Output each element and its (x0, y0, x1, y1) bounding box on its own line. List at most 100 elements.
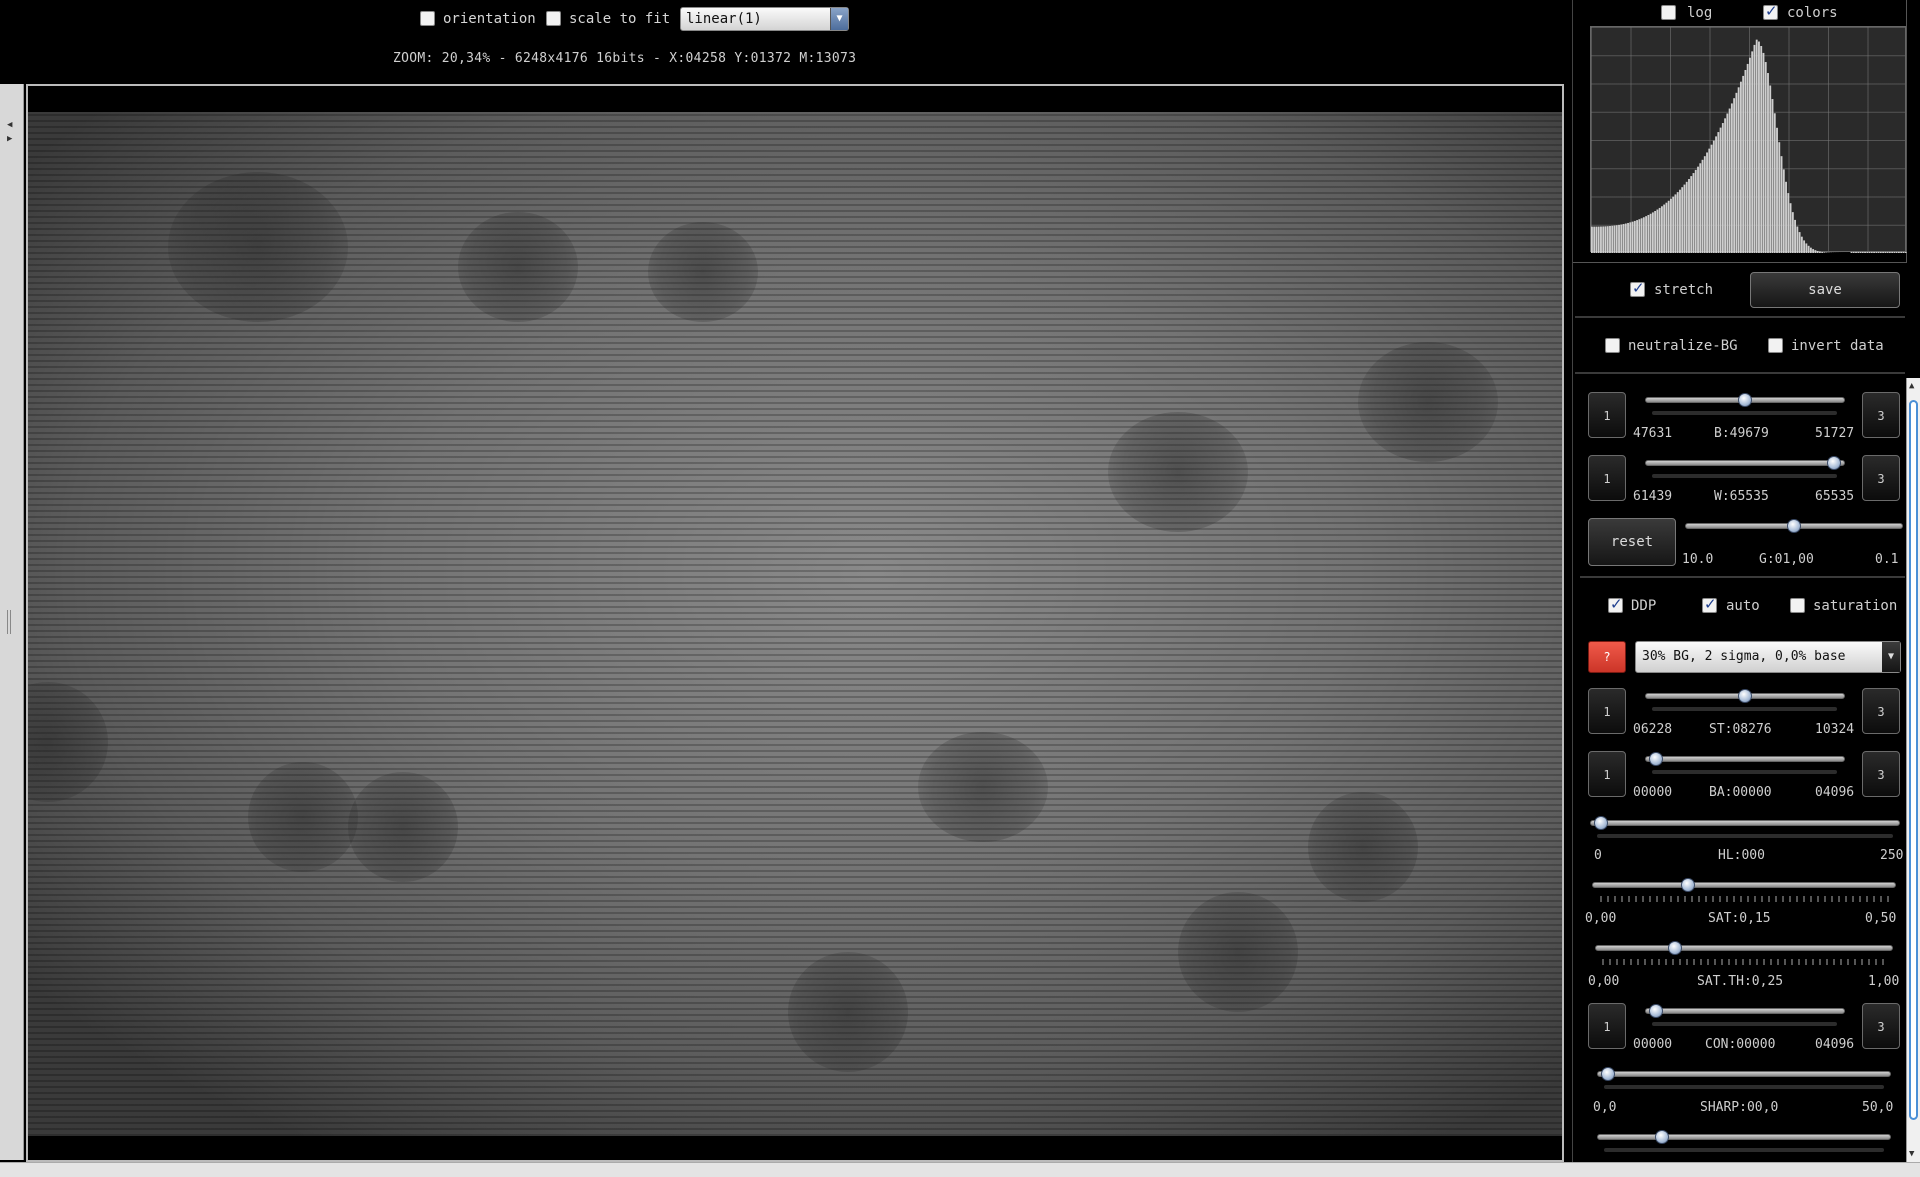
hl-slider-knob[interactable] (1594, 816, 1608, 830)
ddp-checkbox[interactable] (1608, 595, 1623, 613)
ba-max: 04096 (1815, 785, 1855, 800)
ba-slider-knob[interactable] (1649, 752, 1663, 766)
zoom-status: ZOOM: 20,34% - 6248x4176 16bits - X:0425… (393, 51, 857, 66)
gamma-slider-knob[interactable] (1787, 519, 1801, 533)
histogram-bar (1816, 250, 1819, 253)
dust-spot (788, 952, 908, 1072)
histogram-bar (1593, 226, 1596, 253)
sat-th-slider-ticks (1602, 959, 1886, 965)
astro-image[interactable] (28, 112, 1562, 1136)
histogram-bar (1710, 144, 1713, 253)
sat-th-slider-track[interactable] (1595, 945, 1893, 951)
histogram-bar (1746, 63, 1749, 253)
scroll-thumb[interactable] (1909, 400, 1918, 1120)
sat-th-value: SAT.TH:0,25 (1697, 974, 1784, 989)
invert-data-checkbox[interactable] (1768, 338, 1783, 353)
histogram-bar (1891, 251, 1894, 253)
colors-checkbox[interactable] (1763, 2, 1778, 20)
white-slider-track[interactable] (1645, 460, 1845, 466)
stretch-mode-select[interactable]: linear(1) ▼ (680, 7, 849, 31)
black-step-up-button[interactable]: 3 (1862, 392, 1900, 438)
black-slider-subtrack (1652, 411, 1837, 415)
stretch-label: stretch (1654, 282, 1714, 298)
ba-step-down-button[interactable]: 1 (1588, 751, 1626, 797)
histogram-bar (1642, 217, 1645, 253)
histogram-bar (1778, 142, 1781, 253)
chevron-left-icon[interactable]: ◀ (7, 120, 12, 130)
dust-spot (918, 732, 1048, 842)
chevron-down-icon[interactable]: ▼ (1882, 642, 1900, 672)
scroll-up-icon[interactable]: ▲ (1909, 381, 1914, 391)
histogram-bar (1760, 46, 1763, 253)
black-step-down-button[interactable]: 1 (1588, 392, 1626, 438)
stretch-checkbox[interactable] (1630, 279, 1645, 297)
histogram-bar (1785, 181, 1787, 253)
sat-th-min: 0,00 (1588, 974, 1620, 989)
white-step-up-button[interactable]: 3 (1862, 455, 1900, 501)
histogram-bar (1667, 200, 1670, 253)
ba-step-up-button[interactable]: 3 (1862, 751, 1900, 797)
log-checkbox[interactable] (1661, 5, 1676, 20)
histogram-bar (1717, 132, 1720, 253)
resize-grip-icon[interactable] (7, 610, 11, 634)
ddp-preset-select[interactable]: 30% BG, 2 sigma, 0,0% base ▼ (1635, 641, 1901, 673)
black-slider-knob[interactable] (1738, 393, 1752, 407)
dust-spot (348, 772, 458, 882)
dust-spot (1108, 412, 1248, 532)
histogram-bar (1624, 223, 1627, 253)
st-slider-knob[interactable] (1738, 689, 1752, 703)
histogram-bar (1769, 85, 1772, 253)
chevron-down-icon[interactable]: ▼ (830, 8, 848, 30)
dust-spot (648, 222, 758, 322)
extra-slider-track[interactable] (1597, 1134, 1891, 1140)
con-step-down-button[interactable]: 1 (1588, 1003, 1626, 1049)
reset-button[interactable]: reset (1588, 518, 1676, 566)
con-step-up-button[interactable]: 3 (1862, 1003, 1900, 1049)
white-slider-knob[interactable] (1827, 456, 1841, 470)
histogram-bar (1660, 206, 1663, 253)
neutralize-bg-checkbox[interactable] (1605, 338, 1620, 353)
histogram-bar (1877, 251, 1880, 253)
histogram-bar (1888, 251, 1891, 253)
histogram-bar (1857, 251, 1860, 253)
histogram-bar (1798, 232, 1801, 253)
con-slider-knob[interactable] (1649, 1004, 1663, 1018)
histogram-bar (1873, 251, 1875, 253)
saturation-checkbox[interactable] (1790, 598, 1805, 613)
histogram-bar (1803, 240, 1806, 253)
auto-checkbox[interactable] (1702, 595, 1717, 613)
help-button[interactable]: ? (1588, 641, 1626, 673)
histogram-bar (1658, 207, 1661, 253)
histogram-bar (1681, 187, 1684, 253)
divider (1575, 316, 1905, 318)
ba-slider-track[interactable] (1645, 756, 1845, 762)
chevron-right-icon[interactable]: ▶ (7, 134, 12, 144)
histogram-bar (1631, 221, 1634, 253)
scroll-down-icon[interactable]: ▼ (1909, 1149, 1914, 1159)
white-step-down-button[interactable]: 1 (1588, 455, 1626, 501)
image-viewport[interactable] (26, 84, 1564, 1162)
scale-to-fit-checkbox[interactable] (546, 11, 561, 26)
histogram-bar (1663, 204, 1666, 253)
save-button[interactable]: save (1750, 272, 1900, 308)
sharp-slider-track[interactable] (1597, 1071, 1891, 1077)
histogram-bar (1665, 202, 1668, 253)
sat-th-slider-knob[interactable] (1668, 941, 1682, 955)
sharp-slider-knob[interactable] (1601, 1067, 1615, 1081)
sat-max: 0,50 (1865, 911, 1897, 926)
histogram-bar (1897, 251, 1900, 253)
sat-slider-track[interactable] (1592, 882, 1896, 888)
hl-slider-track[interactable] (1590, 820, 1900, 826)
st-step-up-button[interactable]: 3 (1862, 688, 1900, 734)
histogram-bar (1780, 156, 1783, 253)
histogram-bar (1670, 198, 1672, 253)
st-step-down-button[interactable]: 1 (1588, 688, 1626, 734)
histogram-bar (1809, 247, 1812, 253)
con-slider-track[interactable] (1645, 1008, 1845, 1014)
histogram-bar (1735, 92, 1738, 253)
sat-slider-knob[interactable] (1680, 878, 1695, 892)
left-collapse-strip[interactable]: ◀ ▶ (0, 84, 24, 1160)
panel-scrollbar[interactable]: ▲ ▼ (1906, 378, 1920, 1162)
orientation-checkbox[interactable] (420, 11, 435, 26)
histogram-bar (1645, 216, 1648, 253)
